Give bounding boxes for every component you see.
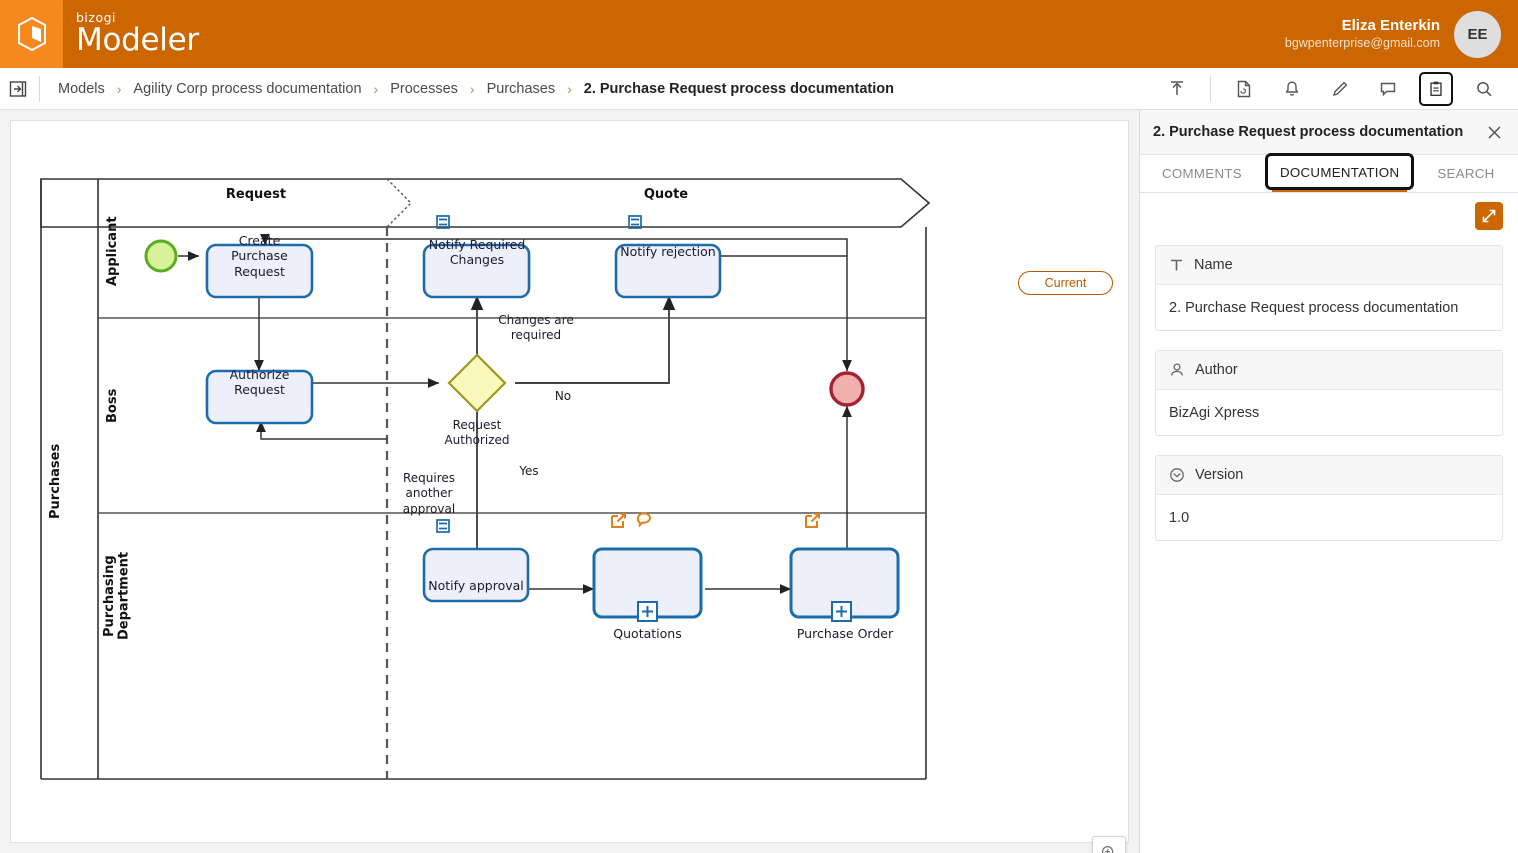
current-version-badge: Current <box>1018 271 1113 295</box>
zoom-controls <box>1092 836 1126 853</box>
documentation-panel: 2. Purchase Request process documentatio… <box>1139 110 1518 853</box>
breadcrumb-chevron-icon: › <box>116 80 122 97</box>
clock-icon <box>1170 468 1184 482</box>
breadcrumb-chevron-icon: › <box>373 80 379 97</box>
bpmn-flow-label-requires-another-approval: Requires another approval <box>402 471 456 516</box>
tab-documentation[interactable]: DOCUMENTATION <box>1264 153 1415 192</box>
tab-label: SEARCH <box>1437 166 1495 181</box>
field-label: Name <box>1194 257 1233 273</box>
tab-label: DOCUMENTATION <box>1279 165 1400 180</box>
bpmn-end-event[interactable] <box>829 371 865 407</box>
app-logo[interactable] <box>0 0 63 68</box>
bpmn-lane-label-boss: Boss <box>105 388 120 424</box>
field-label: Version <box>1195 467 1244 483</box>
text-field-icon <box>1171 259 1182 270</box>
breadcrumb-chevron-icon: › <box>469 80 475 97</box>
bpmn-start-event[interactable] <box>144 239 178 273</box>
bpmn-flow-label-no: No <box>554 389 572 403</box>
field-value[interactable]: 1.0 <box>1156 495 1502 540</box>
bizagi-cube-logo-icon <box>17 17 46 51</box>
divider <box>39 75 40 102</box>
field-value[interactable]: 2. Purchase Request process documentatio… <box>1156 285 1502 330</box>
zoom-in-button[interactable] <box>1093 837 1125 853</box>
bpmn-subprocess-label-purchase-order: Purchase Order <box>796 626 894 641</box>
search-icon[interactable] <box>1467 72 1501 106</box>
breadcrumb-item-processes[interactable]: Processes <box>390 81 458 97</box>
breadcrumb-item-agility-corp[interactable]: Agility Corp process documentation <box>133 81 361 97</box>
field-header: Author <box>1156 351 1502 390</box>
panel-toggle-icon[interactable] <box>7 78 29 100</box>
breadcrumb-item-current: 2. Purchase Request process documentatio… <box>583 80 894 97</box>
diagram-canvas-area[interactable]: Purchases Applicant Boss Purchasing Depa… <box>0 110 1139 853</box>
breadcrumb: Models › Agility Corp process documentat… <box>58 81 894 97</box>
breadcrumb-item-purchases[interactable]: Purchases <box>487 81 556 97</box>
bpmn-task-label-notify-rejection: Notify rejection <box>620 244 716 259</box>
field-header: Name <box>1156 246 1502 285</box>
field-name: Name 2. Purchase Request process documen… <box>1155 245 1503 331</box>
bpmn-flow-label-changes-are-required: Changes are required <box>498 313 574 343</box>
diagram-canvas[interactable]: Purchases Applicant Boss Purchasing Depa… <box>10 120 1130 853</box>
avatar[interactable]: EE <box>1454 10 1501 58</box>
document-icon[interactable] <box>1227 72 1261 106</box>
brand: bizogi Modeler <box>76 11 199 59</box>
user-info[interactable]: Eliza Enterkin bgwpenterprise@gmail.com <box>1285 17 1440 51</box>
comment-icon[interactable] <box>1371 72 1405 106</box>
panel-tabs: COMMENTS DOCUMENTATION SEARCH <box>1140 153 1518 193</box>
tab-comments[interactable]: COMMENTS <box>1154 155 1250 192</box>
external-link-icon <box>611 513 626 528</box>
bpmn-task-label-notify-required-changes: Notify Required Changes <box>428 237 526 268</box>
bpmn-flow-label-yes: Yes <box>519 464 539 478</box>
bpmn-diagram[interactable] <box>11 121 1130 844</box>
bpmn-lane-label-purchasing-department: Purchasing Department <box>102 551 132 641</box>
field-author: Author BizAgi Xpress <box>1155 350 1503 436</box>
panel-header: 2. Purchase Request process documentatio… <box>1140 110 1518 155</box>
field-version: Version 1.0 <box>1155 455 1503 541</box>
external-link-icon <box>805 513 820 528</box>
edit-pencil-icon[interactable] <box>1323 72 1357 106</box>
bpmn-gateway-request-authorized[interactable] <box>447 353 507 413</box>
bpmn-task-label-notify-approval: Notify approval <box>428 578 524 593</box>
brand-title: Modeler <box>76 22 199 59</box>
field-header: Version <box>1156 456 1502 495</box>
close-icon[interactable] <box>1483 121 1505 143</box>
bpmn-task-label-create-purchase-request: Create Purchase Request <box>231 233 288 279</box>
field-value[interactable]: BizAgi Xpress <box>1156 390 1502 435</box>
bpmn-phase-request: Request <box>225 187 287 202</box>
tab-label: COMMENTS <box>1162 166 1242 181</box>
breadcrumb-chevron-icon: › <box>567 80 572 97</box>
user-email: bgwpenterprise@gmail.com <box>1284 35 1440 50</box>
script-task-icon <box>436 519 450 533</box>
field-label: Author <box>1195 362 1238 378</box>
app-header: bizogi Modeler Eliza Enterkin bgwpenterp… <box>0 0 1518 68</box>
bpmn-lane-label-applicant: Applicant <box>105 216 120 286</box>
breadcrumb-bar: Models › Agility Corp process documentat… <box>0 68 1518 110</box>
breadcrumb-item-models[interactable]: Models <box>58 81 105 97</box>
panel-title: 2. Purchase Request process documentatio… <box>1153 124 1464 140</box>
bpmn-gateway-label-request-authorized: Request Authorized <box>444 418 510 448</box>
bpmn-pool-label: Purchases <box>48 443 63 519</box>
comment-bubble-icon <box>636 512 651 528</box>
user-name: Eliza Enterkin <box>1341 16 1440 34</box>
documentation-clipboard-icon[interactable] <box>1419 71 1453 106</box>
publish-icon[interactable] <box>1160 72 1194 106</box>
panel-toolbar <box>1140 193 1518 245</box>
notifications-bell-icon[interactable] <box>1275 72 1309 106</box>
divider <box>1210 75 1211 102</box>
toolbar-actions <box>1153 71 1508 106</box>
tab-search[interactable]: SEARCH <box>1429 155 1502 192</box>
expand-diagonal-icon[interactable] <box>1475 202 1503 230</box>
bpmn-subprocess-label-quotations: Quotations <box>613 626 682 641</box>
bpmn-task-label-authorize-request: Authorize Request <box>229 366 290 397</box>
bpmn-phase-quote: Quote <box>643 187 689 202</box>
person-icon <box>1171 363 1183 376</box>
